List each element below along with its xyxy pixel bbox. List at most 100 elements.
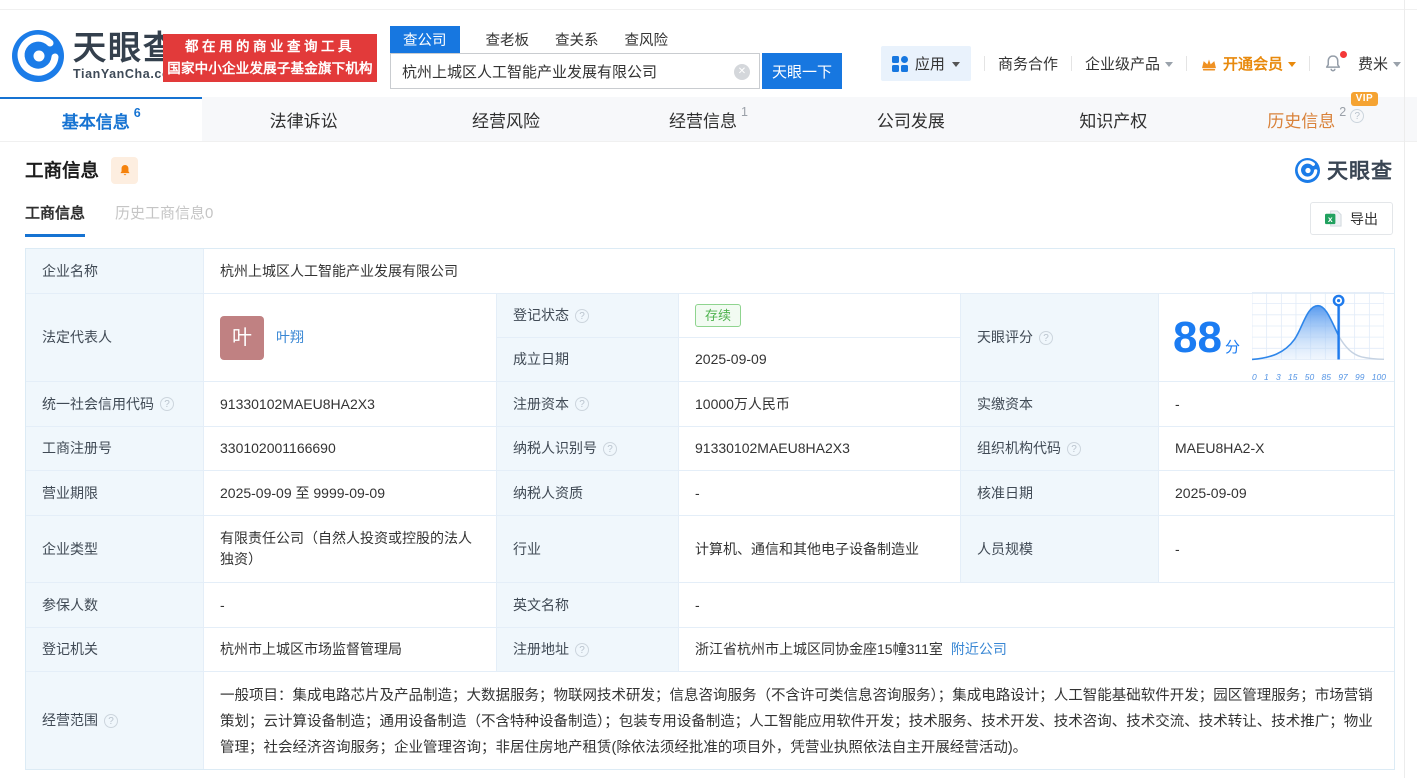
field-paid-capital-value: - [1159, 382, 1394, 427]
search-tab-risk[interactable]: 查风险 [625, 29, 669, 50]
field-legal-rep-value: 叶 叶翔 [204, 294, 497, 382]
notification-dot [1339, 50, 1347, 58]
username: 费米 [1357, 56, 1388, 73]
help-icon[interactable] [603, 441, 617, 456]
field-insured-num-value: - [204, 583, 497, 628]
score-curve [1251, 291, 1385, 360]
field-taxpayer-no-label: 纳税人识别号 [497, 427, 679, 471]
apps-menu[interactable]: 应用 [880, 46, 971, 81]
apps-label: 应用 [914, 56, 945, 73]
tianyancha-logo-icon [12, 30, 64, 82]
site-header: 天眼查 TianYanCha.com 都在用的商业查询工具 国家中小企业发展子基… [0, 10, 1417, 95]
field-staff-size-label: 人员规模 [961, 516, 1159, 583]
business-info-subtabs: 工商信息 历史工商信息0 x 导出 [25, 202, 1393, 237]
nav-open-vip[interactable]: 开通会员 [1200, 53, 1296, 74]
field-term-label: 营业期限 [26, 471, 204, 516]
chevron-down-icon [1393, 62, 1401, 67]
field-establish-date-label: 成立日期 [497, 338, 679, 382]
nearby-companies-link[interactable]: 附近公司 [951, 639, 1007, 660]
tianyancha-logo-icon [1295, 157, 1320, 183]
nav-enterprise-products[interactable]: 企业级产品 [1085, 53, 1173, 74]
notifications-bell[interactable] [1323, 50, 1347, 75]
field-reg-authority-value: 杭州市上城区市场监督管理局 [204, 628, 497, 672]
apps-grid-icon [891, 55, 908, 72]
tab-basic-info[interactable]: 基本信息 6 [0, 97, 203, 141]
chevron-down-icon [1287, 62, 1296, 67]
tab-intellectual-property[interactable]: 知识产权 [1012, 97, 1214, 141]
legal-rep-avatar[interactable]: 叶 [220, 315, 264, 360]
field-company-name-label: 企业名称 [26, 249, 204, 294]
subscribe-bell-button[interactable] [111, 156, 139, 184]
nav-divider [1308, 56, 1310, 71]
search-tab-relation[interactable]: 查关系 [555, 29, 599, 50]
section-title: 工商信息 [25, 160, 100, 181]
subtab-business-info[interactable]: 工商信息 [25, 202, 86, 237]
field-approve-date-value: 2025-09-09 [1159, 471, 1394, 516]
field-taxpayer-quality-value: - [679, 471, 961, 516]
field-company-type-value: 有限责任公司（自然人投资或控股的法人独资） [204, 516, 497, 583]
chevron-down-icon [1164, 62, 1173, 67]
field-industry-label: 行业 [497, 516, 679, 583]
field-staff-size-value: - [1159, 516, 1394, 583]
nav-divider [1070, 56, 1072, 71]
tianyancha-logo[interactable]: 天眼查 TianYanCha.com [12, 30, 182, 82]
export-button[interactable]: x 导出 [1310, 202, 1393, 235]
score-unit: 分 [1224, 338, 1240, 356]
field-credit-code-value: 91330102MAEU8HA2X3 [204, 382, 497, 427]
legal-rep-name-link[interactable]: 叶翔 [276, 327, 304, 348]
field-address-value: 浙江省杭州市上城区同协金座15幢311室 附近公司 [679, 628, 1394, 672]
field-approve-date-label: 核准日期 [961, 471, 1159, 516]
score-distribution-chart: 0 1 3 15 50 85 97 99 100 [1251, 291, 1386, 384]
field-establish-date-value: 2025-09-09 [679, 338, 961, 382]
search-box [390, 53, 760, 89]
help-icon[interactable] [1350, 108, 1365, 123]
tab-legal-proceedings[interactable]: 法律诉讼 [202, 97, 404, 141]
company-tab-bar: 基本信息 6 法律诉讼 经营风险 经营信息 1 公司发展 知识产权 VIP 历史… [0, 91, 1417, 142]
field-legal-rep-label: 法定代表人 [26, 294, 204, 382]
help-icon[interactable] [1039, 330, 1053, 345]
svg-text:x: x [1328, 214, 1333, 224]
excel-icon: x [1325, 210, 1342, 227]
field-org-code-label: 组织机构代码 [961, 427, 1159, 471]
field-business-scope-label: 经营范围 [26, 672, 204, 769]
help-icon[interactable] [575, 642, 589, 657]
clear-search-icon[interactable] [734, 64, 750, 80]
tab-operating-risk[interactable]: 经营风险 [405, 97, 607, 141]
header-nav: 应用 商务合作 企业级产品 开通会员 费米 [880, 46, 1401, 81]
help-icon[interactable] [160, 397, 174, 411]
help-icon[interactable] [104, 713, 118, 728]
search-tab-boss[interactable]: 查老板 [486, 29, 530, 50]
field-tyc-score-label: 天眼评分 [961, 294, 1159, 382]
nav-divider [1185, 56, 1187, 71]
field-business-scope-value: 一般项目：集成电路芯片及产品制造；大数据服务；物联网技术研发；信息咨询服务（不含… [204, 672, 1394, 769]
field-paid-capital-label: 实缴资本 [961, 382, 1159, 427]
field-tyc-score-value: 88 分 0 1 3 15 50 85 97 99 100 [1159, 291, 1394, 384]
tab-operating-info[interactable]: 经营信息 1 [607, 97, 809, 141]
field-reg-status-value: 存续 [679, 294, 961, 338]
tab-company-development[interactable]: 公司发展 [810, 97, 1012, 141]
search-type-tabs: 查公司 查老板 查关系 查风险 [390, 26, 842, 53]
tab-history-info[interactable]: VIP 历史信息 2 [1215, 91, 1417, 141]
help-icon[interactable] [575, 308, 589, 323]
search-button[interactable]: 天眼一下 [762, 53, 842, 89]
help-icon[interactable] [575, 397, 589, 411]
scrollbar-track[interactable] [1404, 0, 1405, 778]
nav-business-cooperation[interactable]: 商务合作 [998, 53, 1058, 74]
chevron-down-icon [951, 62, 960, 67]
subtab-history-business-info[interactable]: 历史工商信息0 [115, 202, 213, 234]
watermark-logo: 天眼查 [1295, 155, 1393, 185]
crown-icon [1202, 59, 1216, 71]
vip-badge: VIP [1350, 91, 1379, 106]
field-english-name-value: - [679, 583, 1394, 628]
user-menu[interactable]: 费米 [1358, 53, 1401, 74]
score-number: 88 [1173, 312, 1222, 362]
search-input[interactable] [402, 62, 729, 80]
field-company-type-label: 企业类型 [26, 516, 204, 583]
slogan-line2: 国家中小企业发展子基金旗下机构 [167, 61, 373, 76]
field-reg-no-value: 330102001166690 [204, 427, 497, 471]
field-industry-value: 计算机、通信和其他电子设备制造业 [679, 516, 961, 583]
help-icon[interactable] [1067, 441, 1081, 456]
watermark-brand: 天眼查 [1327, 160, 1393, 183]
field-credit-code-label: 统一社会信用代码 [26, 382, 204, 427]
search-tab-company[interactable]: 查公司 [390, 26, 460, 53]
